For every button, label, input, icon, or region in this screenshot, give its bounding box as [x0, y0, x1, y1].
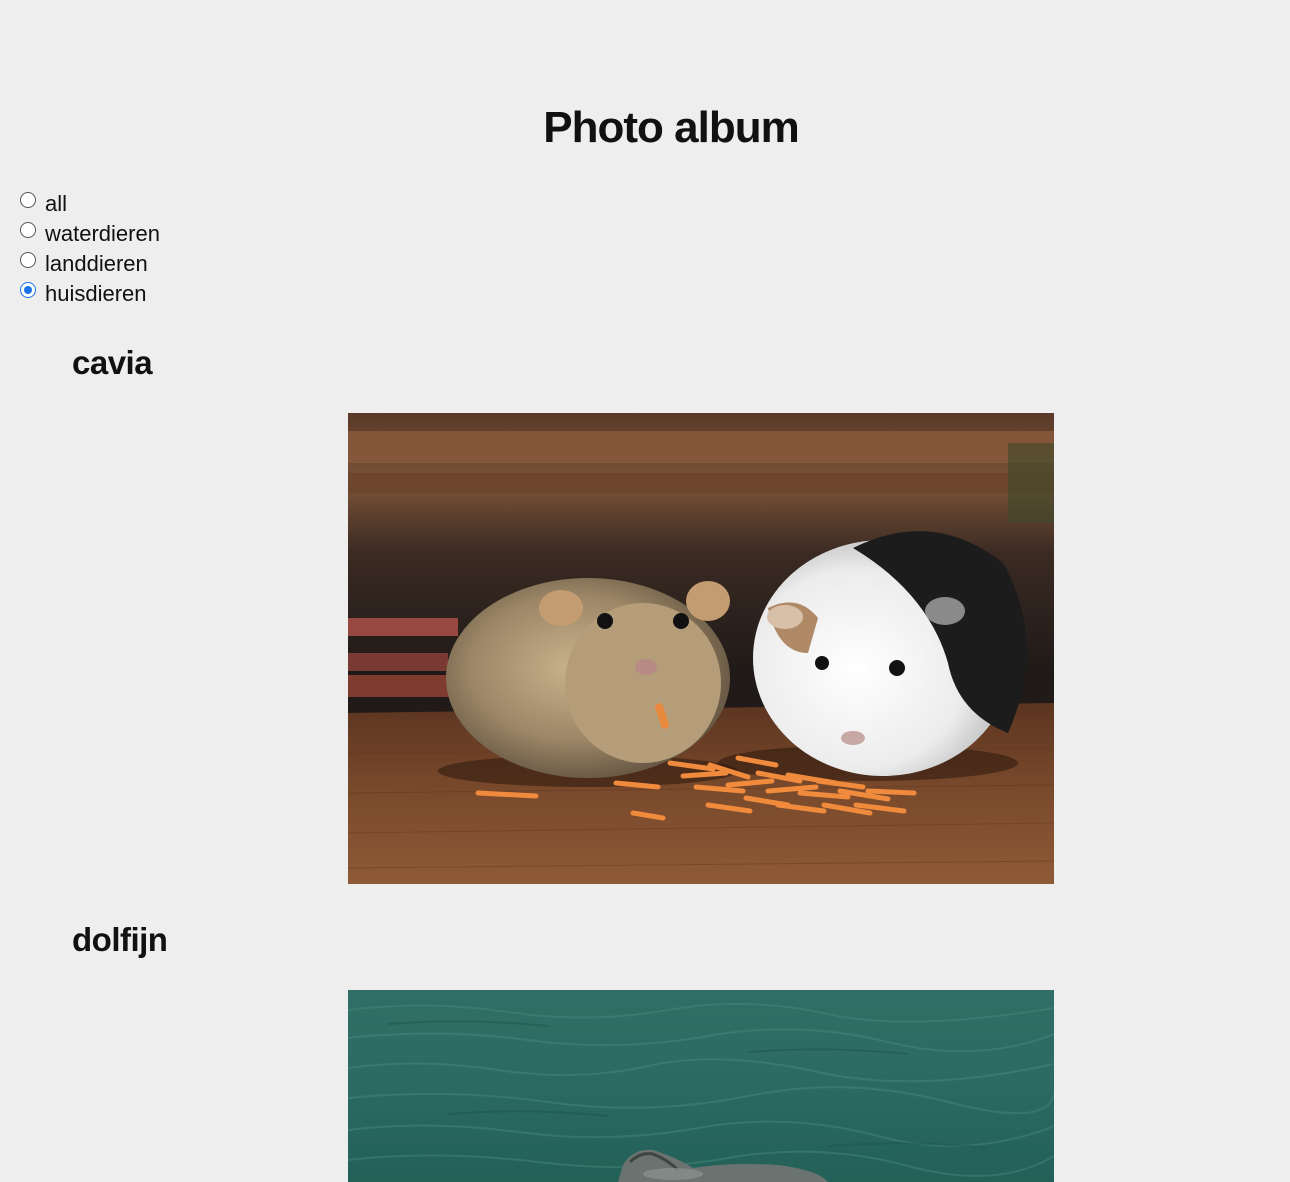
- photo-album-page: Photo album all waterdieren landdieren h…: [0, 0, 1290, 1182]
- filter-label-waterdieren: waterdieren: [45, 221, 160, 246]
- album-item-title-dolfijn: dolfijn: [72, 921, 168, 958]
- filter-label-all: all: [45, 191, 68, 216]
- dolphin-photo: [348, 990, 1054, 1182]
- album-item-title-cavia: cavia: [72, 344, 153, 381]
- radio-waterdieren[interactable]: [20, 222, 36, 238]
- radio-huisdieren[interactable]: [20, 282, 36, 298]
- radio-all[interactable]: [20, 192, 36, 208]
- page-title: Photo album: [543, 103, 799, 152]
- filter-option-landdieren[interactable]: landdieren: [20, 248, 160, 278]
- radio-landdieren[interactable]: [20, 252, 36, 268]
- filter-label-landdieren: landdieren: [45, 251, 148, 276]
- filter-label-huisdieren: huisdieren: [45, 281, 147, 306]
- category-filter: all waterdieren landdieren huisdieren: [20, 188, 160, 308]
- filter-option-waterdieren[interactable]: waterdieren: [20, 218, 160, 248]
- filter-option-all[interactable]: all: [20, 188, 160, 218]
- guinea-pig-photo: [348, 413, 1054, 884]
- filter-option-huisdieren[interactable]: huisdieren: [20, 278, 160, 308]
